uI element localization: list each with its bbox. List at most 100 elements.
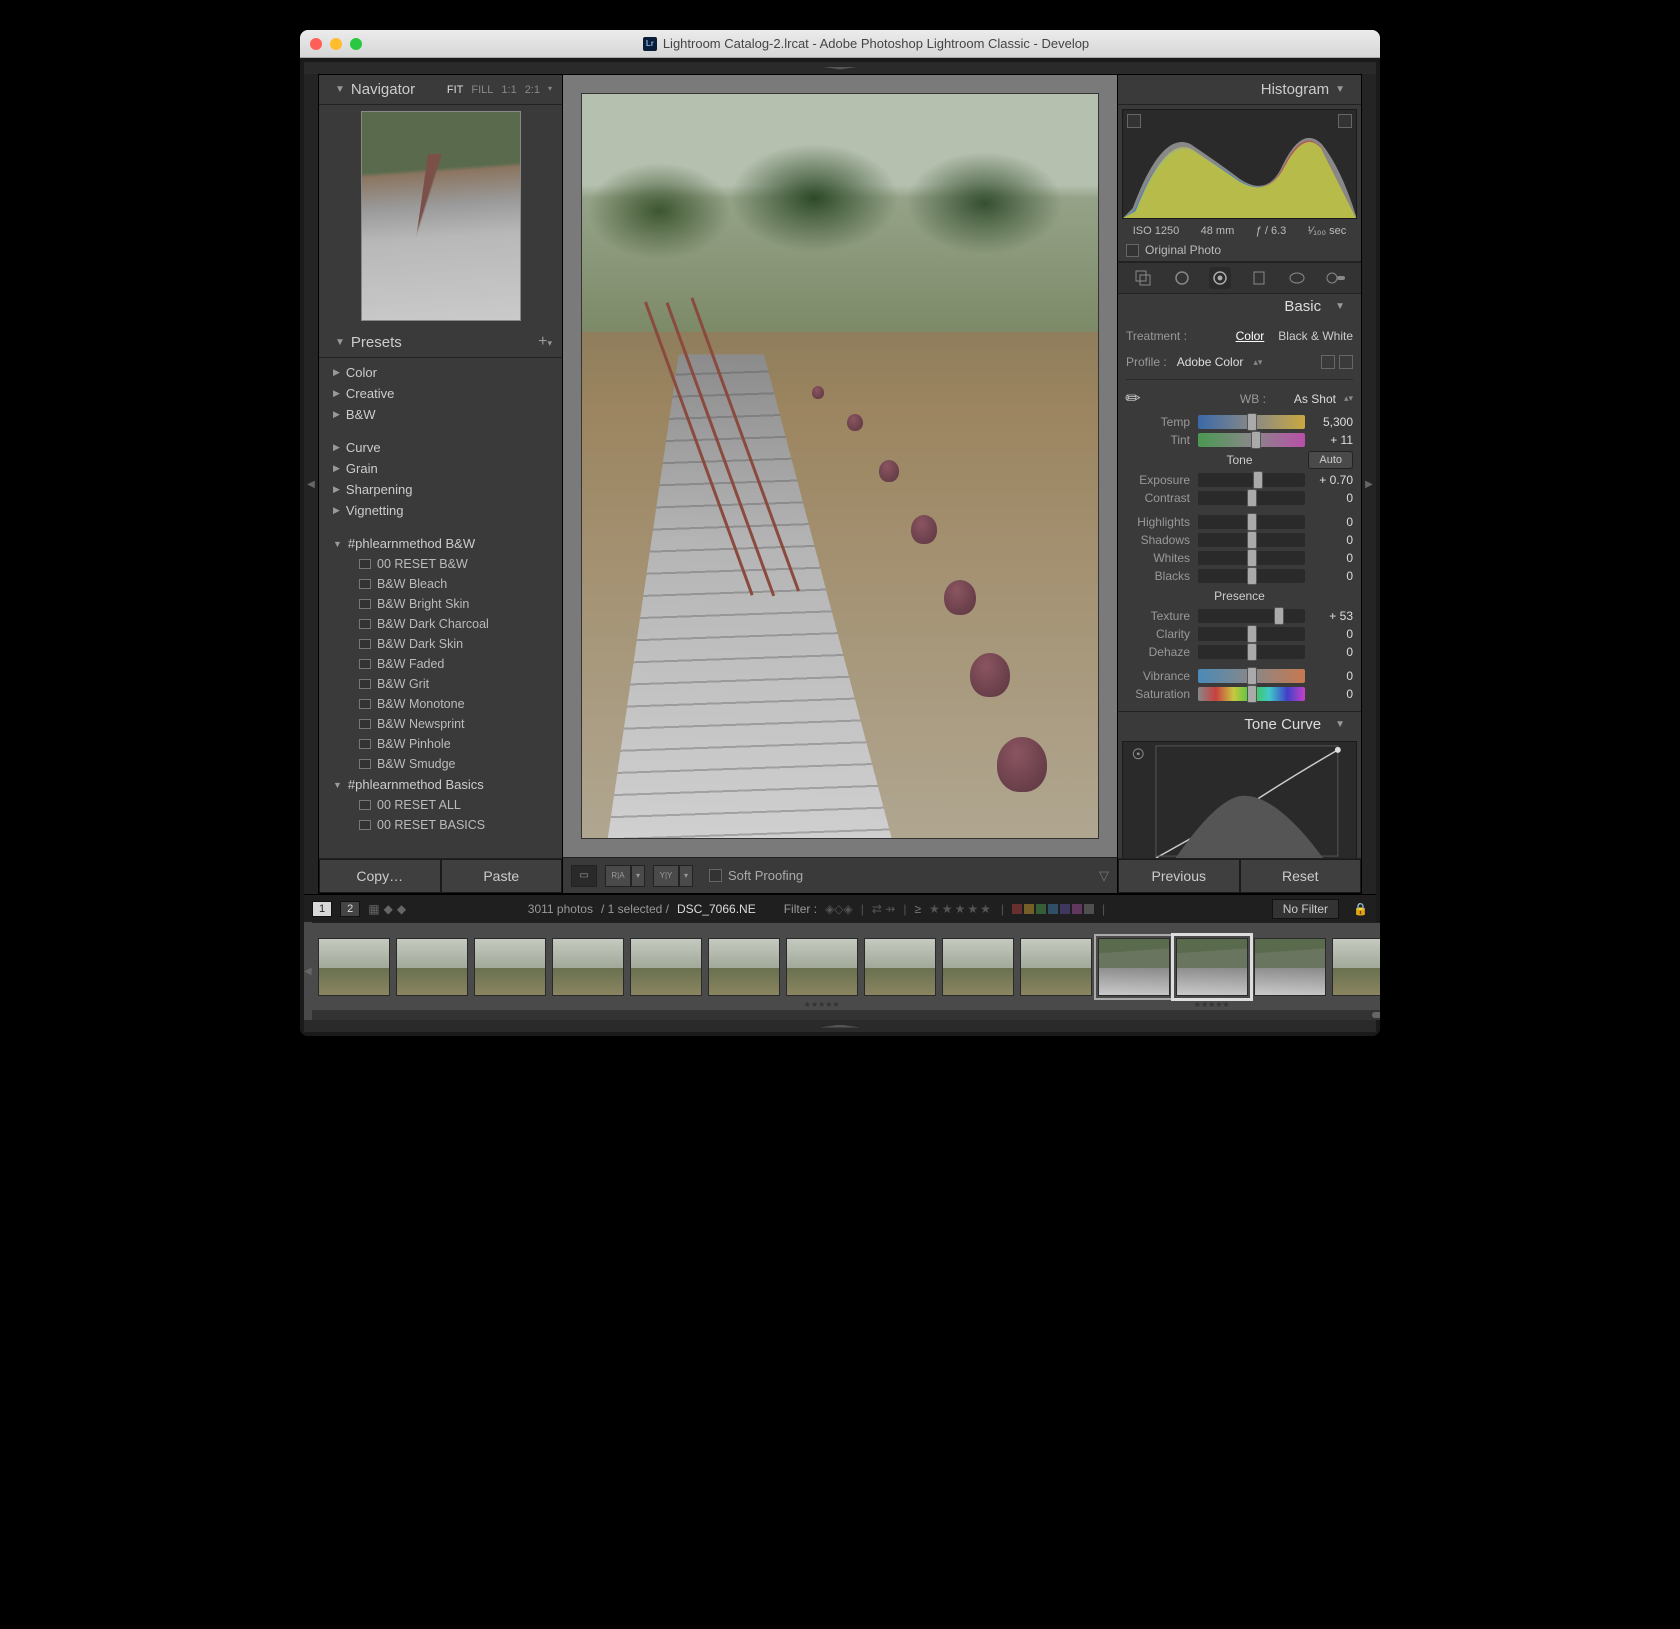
view-2-button[interactable]: 2 (340, 901, 360, 917)
grid-icon[interactable]: ▦ (368, 902, 379, 916)
slider-vibrance[interactable] (1198, 669, 1305, 683)
zoom-fill[interactable]: FILL (471, 84, 493, 96)
filmstrip-thumb[interactable] (552, 938, 624, 996)
before-after-menu-icon[interactable]: ▾ (631, 865, 645, 887)
minimize-window-button[interactable] (330, 38, 342, 50)
wb-dropper-icon[interactable]: ✎ (1121, 386, 1147, 412)
filmstrip-thumb[interactable] (396, 938, 468, 996)
left-edge-toggle[interactable]: ◀ (304, 74, 318, 894)
filmstrip-thumb[interactable] (1020, 938, 1092, 996)
tonecurve-display[interactable] (1122, 741, 1357, 858)
filmstrip-thumb[interactable] (318, 938, 390, 996)
original-photo-toggle[interactable]: Original Photo (1118, 239, 1361, 262)
treatment-color[interactable]: Color (1236, 329, 1265, 343)
before-after-lr-icon[interactable]: R|A (605, 865, 631, 887)
filter-preset-select[interactable]: No Filter (1272, 899, 1339, 919)
filmstrip-thumb[interactable] (1098, 938, 1170, 996)
profile-select[interactable]: Adobe Color (1177, 355, 1244, 369)
filmstrip-thumb[interactable] (708, 938, 780, 996)
presets-header[interactable]: ▼ Presets +▾ (319, 327, 562, 358)
zoom-fit[interactable]: FIT (447, 84, 464, 96)
slider-dehaze[interactable] (1198, 645, 1305, 659)
preset-group[interactable]: ▶Grain (319, 458, 562, 479)
slider-whites[interactable] (1198, 551, 1305, 565)
toolbar-menu-icon[interactable]: ▽ (1099, 868, 1109, 884)
slider-texture[interactable] (1198, 609, 1305, 623)
slider-highlights[interactable] (1198, 515, 1305, 529)
preset-item[interactable]: 00 RESET BASICS (319, 815, 562, 835)
zoom-1-1[interactable]: 1:1 (501, 84, 516, 96)
histogram-header[interactable]: Histogram ▼ (1118, 75, 1361, 105)
filmstrip-thumb[interactable] (864, 938, 936, 996)
histogram-display[interactable] (1122, 109, 1357, 219)
back-icon[interactable]: ◆ (384, 902, 393, 916)
filmstrip-left-toggle[interactable]: ◀ (304, 922, 312, 1020)
preset-item[interactable]: B&W Smudge (319, 754, 562, 774)
preset-group[interactable]: ▶Sharpening (319, 479, 562, 500)
radial-tool-icon[interactable] (1286, 267, 1308, 289)
compare-menu-icon[interactable]: ▾ (679, 865, 693, 887)
close-window-button[interactable] (310, 38, 322, 50)
right-edge-toggle[interactable]: ▶ (1362, 74, 1376, 894)
slider-exposure[interactable] (1198, 473, 1305, 487)
fwd-icon[interactable]: ◆ (397, 902, 406, 916)
slider-tint[interactable] (1198, 433, 1305, 447)
preset-item[interactable]: B&W Faded (319, 654, 562, 674)
slider-temp[interactable] (1198, 415, 1305, 429)
preset-item[interactable]: 00 RESET ALL (319, 795, 562, 815)
zoom-menu-icon[interactable]: ▾ (548, 84, 552, 96)
gradient-tool-icon[interactable] (1248, 267, 1270, 289)
crop-tool-icon[interactable] (1132, 267, 1154, 289)
profile-browser-icon[interactable] (1321, 355, 1353, 369)
preset-item[interactable]: B&W Monotone (319, 694, 562, 714)
slider-clarity[interactable] (1198, 627, 1305, 641)
rating-filter[interactable]: ≥ (914, 902, 921, 916)
slider-contrast[interactable] (1198, 491, 1305, 505)
slider-saturation[interactable] (1198, 687, 1305, 701)
wb-select[interactable]: As Shot (1294, 392, 1336, 406)
spot-tool-icon[interactable] (1171, 267, 1193, 289)
soft-proofing-toggle[interactable]: Soft Proofing (709, 868, 803, 883)
treatment-bw[interactable]: Black & White (1278, 329, 1353, 343)
preset-group[interactable]: ▶Vignetting (319, 500, 562, 521)
filmstrip-thumb[interactable] (474, 938, 546, 996)
star-filter[interactable]: ★★★★★ (929, 902, 993, 916)
preset-group[interactable]: ▶B&W (319, 404, 562, 425)
preset-item[interactable]: B&W Bright Skin (319, 594, 562, 614)
main-photo[interactable] (581, 93, 1099, 839)
filter-lock-icon[interactable]: 🔒 (1353, 902, 1368, 916)
preset-item[interactable]: B&W Dark Skin (319, 634, 562, 654)
preset-item[interactable]: B&W Bleach (319, 574, 562, 594)
navigator-header[interactable]: ▼ Navigator FIT FILL 1:1 2:1 ▾ (319, 75, 562, 105)
filmstrip[interactable]: ★★★★★★★★★★ (312, 922, 1380, 1010)
copy-button[interactable]: Copy… (319, 859, 441, 893)
filmstrip-thumb[interactable] (630, 938, 702, 996)
slider-shadows[interactable] (1198, 533, 1305, 547)
brush-tool-icon[interactable] (1325, 267, 1347, 289)
redeye-tool-icon[interactable] (1209, 267, 1231, 289)
preset-item[interactable]: B&W Dark Charcoal (319, 614, 562, 634)
preset-group[interactable]: ▶Creative (319, 383, 562, 404)
zoom-2-1[interactable]: 2:1 (525, 84, 540, 96)
filmstrip-thumb[interactable] (942, 938, 1014, 996)
filmstrip-thumb[interactable] (1332, 938, 1380, 996)
preset-item[interactable]: 00 RESET B&W (319, 554, 562, 574)
add-preset-icon[interactable]: +▾ (538, 333, 552, 351)
reset-button[interactable]: Reset (1240, 859, 1362, 893)
bottom-grip[interactable] (304, 1020, 1376, 1032)
paste-button[interactable]: Paste (441, 859, 563, 893)
view-1-button[interactable]: 1 (312, 901, 332, 917)
preset-group[interactable]: ▼#phlearnmethod Basics (319, 774, 562, 795)
preset-group[interactable]: ▶Curve (319, 437, 562, 458)
basic-header[interactable]: Basic ▼ (1118, 294, 1361, 319)
top-grip[interactable] (304, 62, 1376, 74)
flag-filter-icon[interactable]: ◈◇◈ (825, 902, 853, 916)
zoom-options[interactable]: FIT FILL 1:1 2:1 ▾ (447, 84, 552, 96)
previous-button[interactable]: Previous (1118, 859, 1240, 893)
preset-group[interactable]: ▶Color (319, 362, 562, 383)
filmstrip-scrollbar[interactable] (312, 1010, 1380, 1020)
filmstrip-thumb[interactable]: ★★★★★ (1176, 938, 1248, 996)
compare-icon[interactable]: Y|Y (653, 865, 679, 887)
preset-group[interactable]: ▼#phlearnmethod B&W (319, 533, 562, 554)
color-filter[interactable] (1012, 904, 1094, 914)
